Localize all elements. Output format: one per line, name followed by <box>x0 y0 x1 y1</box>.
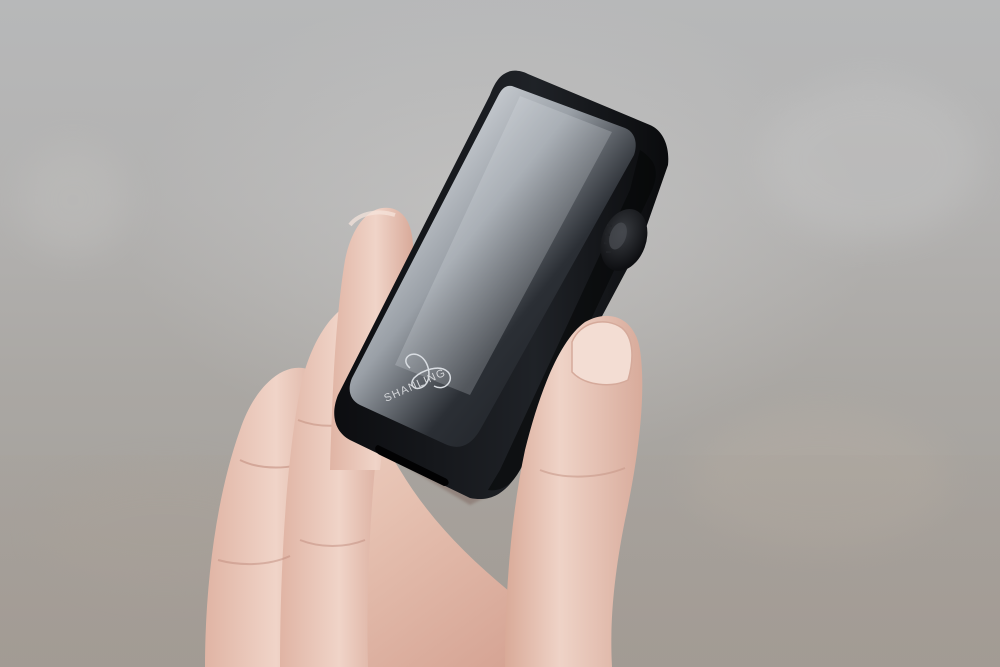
hand-holding-device-illustration: SHANLING <box>205 70 669 667</box>
product-photo-scene: SHANLING <box>0 0 1000 667</box>
thumbnail <box>571 321 633 386</box>
